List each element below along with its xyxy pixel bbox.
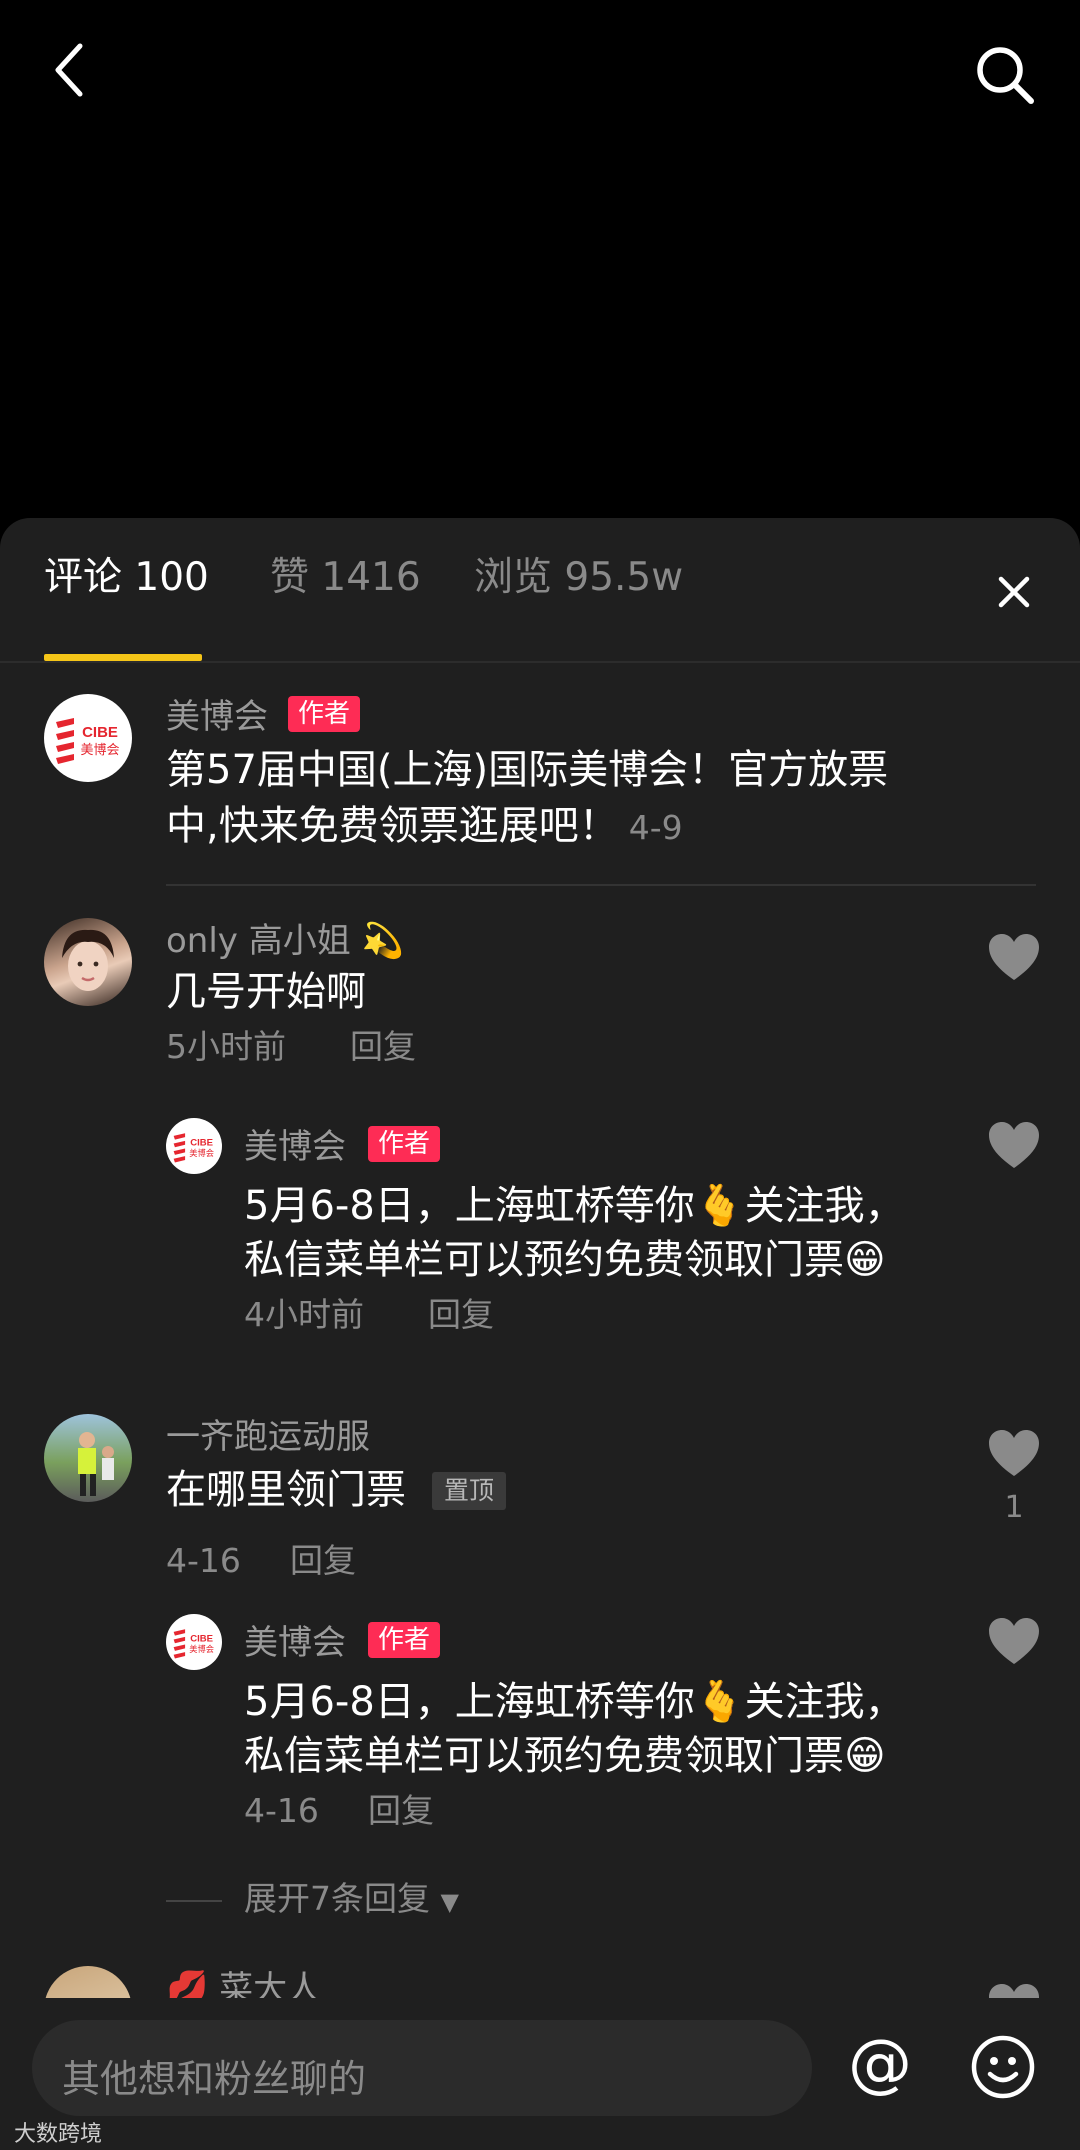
search-icon [977,47,1034,104]
author-post-text-line1: 第57届中国(上海)国际美博会！官方放票 [166,747,889,793]
cibe-logo: CIBE 美博会 [173,1133,214,1163]
author-username[interactable]: 美博会 [166,700,268,734]
comment-input-bar: 其他想和粉丝聊的 @ [0,1998,1080,2150]
comment-text: 几号开始啊 [166,969,366,1015]
like-count: 1 [1004,1490,1024,1525]
svg-text:CIBE: CIBE [190,1137,213,1148]
author-badge: 作者 [368,1622,441,1658]
reply-button[interactable]: 回复 [428,1298,494,1331]
user-photo [62,929,114,991]
comment-input[interactable]: 其他想和粉丝聊的 [32,2020,812,2116]
svg-text:美博会: 美博会 [189,1148,214,1158]
close-icon [998,576,1030,608]
comment-time: 4-16 [166,1541,241,1580]
expand-replies-label: 展开7条回复 [244,1879,430,1918]
reply-text-line2: 私信菜单栏可以预约免费领取门票😁 [244,1237,886,1283]
comment-username[interactable]: 💋 菜大人 [166,1972,321,1998]
heart-icon[interactable] [987,1616,1041,1666]
avatar[interactable] [44,918,132,1006]
emoji-icon[interactable] [970,2034,1036,2100]
chevron-left-icon [55,43,83,97]
comment-text: 在哪里领门票 [166,1467,406,1513]
tabs-divider [0,661,1080,663]
heart-icon[interactable] [987,932,1041,982]
reply-avatar[interactable]: CIBE 美博会 [166,1614,222,1670]
author-post-date: 4-9 [628,808,683,847]
cibe-logo: CIBE 美博会 [173,1629,214,1659]
heart-icon[interactable] [987,1120,1041,1170]
close-button[interactable] [990,568,1038,616]
reply-time: 4小时前 [244,1295,364,1334]
avatar[interactable] [44,1414,132,1502]
at-icon: @ [848,2027,912,2101]
comment-username-text: only 高小姐 [166,921,351,961]
avatar[interactable] [44,1966,132,1998]
heart-icon[interactable] [987,1982,1041,1998]
tab-likes[interactable]: 赞 1416 [270,558,421,597]
watermark: 大数跨境 [14,2122,103,2147]
svg-text:CIBE: CIBE [190,1633,213,1644]
reply-time: 4-16 [244,1791,319,1830]
caret-down-icon: ▼ [440,1888,459,1916]
comment-time: 5小时前 [166,1027,286,1066]
mention-button[interactable]: @ [848,2032,912,2096]
author-post-text-line2: 中,快来免费领票逛展吧！ 4-9 [166,798,683,856]
reply-text-line2: 私信菜单栏可以预约免费领取门票😁 [244,1733,886,1779]
reply-button[interactable]: 回复 [350,1030,416,1063]
author-badge: 作者 [368,1126,441,1162]
comment-username[interactable]: only 高小姐 💫 [166,924,404,958]
user-photo [78,1432,114,1496]
comment-input-placeholder: 其他想和粉丝聊的 [62,2057,367,2101]
search-button[interactable] [970,40,1040,110]
svg-text:美博会: 美博会 [80,743,119,758]
lips-emoji: 💋 [166,1969,209,1998]
svg-text:CIBE: CIBE [82,724,118,741]
pinned-badge: 置顶 [432,1472,507,1510]
heart-icon[interactable] [987,1428,1041,1478]
reply-avatar[interactable]: CIBE 美博会 [166,1118,222,1174]
reply-button[interactable]: 回复 [368,1794,434,1827]
reply-button[interactable]: 回复 [290,1544,356,1577]
comments-sheet: 评论 100 赞 1416 浏览 95.5w CIBE 美博会 美博会 作者 第… [0,518,1080,1998]
cibe-logo: CIBE 美博会 [56,718,120,764]
svg-text:美博会: 美博会 [189,1644,214,1654]
avatar[interactable]: CIBE 美博会 [44,694,132,782]
reply-username[interactable]: 美博会 [244,1130,346,1164]
reply-username[interactable]: 美博会 [244,1626,346,1660]
reply-text-line1: 5月6-8日，上海虹桥等你🫰关注我， [244,1679,905,1725]
author-badge: 作者 [288,696,361,732]
comment-username[interactable]: 一齐跑运动服 [166,1420,370,1454]
tab-views[interactable]: 浏览 95.5w [474,558,683,597]
sparkle-emoji: 💫 [361,921,404,961]
expand-line [166,1900,222,1902]
divider [166,884,1036,886]
reply-text-line1: 5月6-8日，上海虹桥等你🫰关注我， [244,1183,905,1229]
back-button[interactable] [40,40,100,100]
active-tab-indicator [44,654,202,661]
tab-comments[interactable]: 评论 100 [44,558,209,597]
expand-replies-button[interactable]: 展开7条回复 ▼ [244,1882,459,1915]
author-post-text: 中,快来免费领票逛展吧！ [166,803,619,849]
comment-username-text: 菜大人 [219,1969,322,1998]
